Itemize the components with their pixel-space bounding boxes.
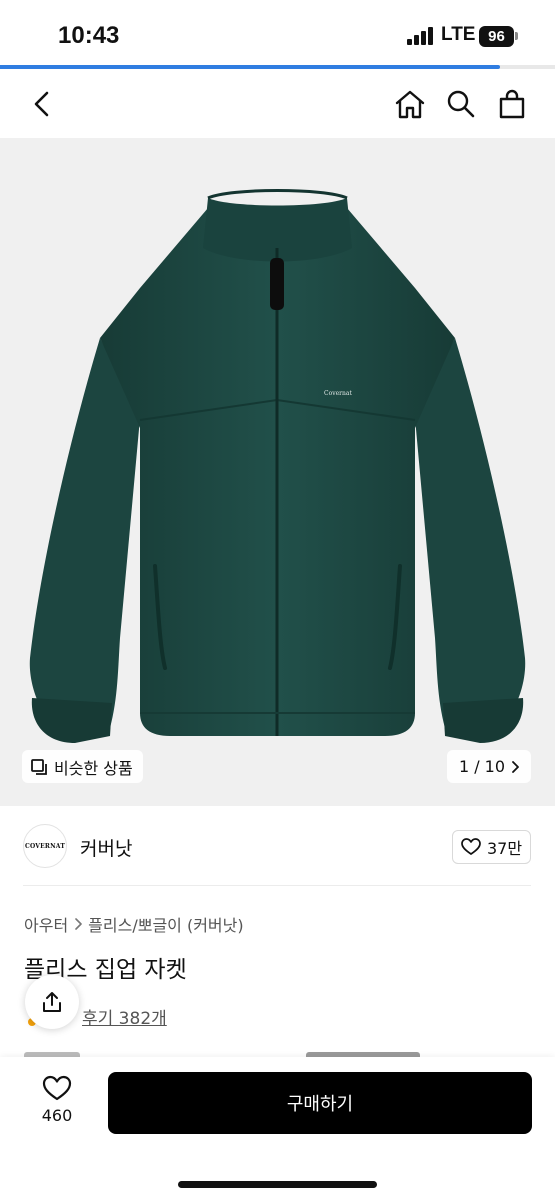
wishlist-count: 460	[41, 1106, 73, 1125]
status-time: 10:43	[58, 22, 120, 49]
jacket-illustration	[29, 189, 526, 743]
similar-products-button[interactable]: 비슷한 상품	[22, 750, 143, 783]
chevron-left-icon	[34, 91, 49, 117]
bottom-action-bar: 460 구매하기	[0, 1057, 555, 1200]
cart-button[interactable]	[492, 84, 532, 124]
signal-icon	[407, 27, 435, 45]
share-button[interactable]	[25, 975, 79, 1029]
wishlist-button[interactable]: 460	[28, 1075, 86, 1139]
jacket-brand-print: Covernat	[324, 390, 352, 397]
image-pager-label: 1 / 10	[458, 757, 506, 776]
page-progress-fill	[0, 65, 500, 69]
breadcrumb-category[interactable]: 아우터	[24, 912, 68, 936]
home-indicator	[178, 1181, 377, 1188]
divider	[23, 885, 531, 886]
brand-logo-text: COVERNAT	[25, 842, 65, 850]
breadcrumb: 아우터 플리스/뽀글이 (커버낫)	[24, 912, 244, 936]
buy-button[interactable]: 구매하기	[108, 1072, 532, 1134]
home-icon	[395, 90, 425, 119]
similar-products-label: 비슷한 상품	[54, 758, 133, 778]
heart-icon	[42, 1075, 72, 1101]
share-icon	[43, 992, 61, 1012]
status-bar: 10:43 LTE 96	[0, 0, 555, 66]
brand-name[interactable]: 커버낫	[80, 834, 132, 861]
back-button[interactable]	[22, 84, 62, 124]
product-image[interactable]: Covernat	[0, 138, 555, 806]
search-icon	[447, 90, 475, 118]
page-progress-bar	[0, 65, 555, 69]
brand-like-count: 37만	[486, 839, 523, 858]
battery-icon: 96	[479, 26, 514, 47]
top-nav	[0, 72, 555, 138]
network-label: LTE	[441, 24, 476, 45]
chevron-right-icon	[512, 760, 519, 773]
search-button[interactable]	[441, 84, 481, 124]
reviews-link[interactable]: 후기 382개	[82, 1004, 167, 1029]
brand-row: COVERNAT 커버낫 37만	[0, 806, 555, 886]
brand-logo[interactable]: COVERNAT	[23, 824, 67, 868]
shopping-bag-icon	[499, 89, 525, 119]
chevron-right-icon	[75, 918, 82, 930]
home-button[interactable]	[390, 84, 430, 124]
copy-icon	[31, 758, 47, 775]
breadcrumb-subcategory[interactable]: 플리스/뽀글이 (커버낫)	[88, 912, 243, 936]
battery-tip	[515, 32, 518, 40]
heart-icon	[461, 838, 481, 855]
image-pager-button[interactable]: 1 / 10	[447, 750, 531, 783]
brand-like-button[interactable]: 37만	[452, 830, 531, 864]
